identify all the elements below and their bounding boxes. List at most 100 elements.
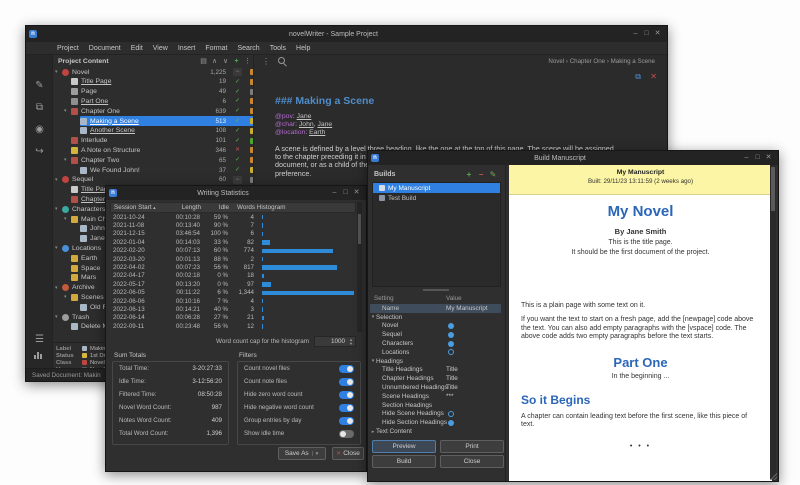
close-icon[interactable]: ✕ (351, 188, 362, 198)
menu-insert[interactable]: Insert (173, 45, 201, 52)
tree-row[interactable]: Part One6✓ (53, 96, 253, 106)
expand-arrow-icon[interactable]: ▾ (55, 314, 58, 320)
build-button[interactable]: Build (372, 455, 436, 468)
minimize-icon[interactable]: – (630, 29, 641, 39)
setting-row[interactable]: Title HeadingsTitle (370, 366, 501, 375)
setting-row[interactable]: Unnumbered HeadingsTitle (370, 383, 501, 392)
col-words-histogram[interactable]: Words Histogram (229, 204, 355, 211)
tree-row[interactable]: Title Page19✓ (53, 77, 253, 87)
preview-scrollbar[interactable] (770, 165, 776, 479)
setting-row[interactable]: Hide Section Headings (370, 418, 501, 427)
stats-scrollbar[interactable] (357, 202, 362, 332)
setting-row[interactable]: ▾Headings (370, 357, 501, 366)
tree-row[interactable]: We Found John!37✓ (53, 165, 253, 175)
tree-row[interactable]: A Note on Structure346✕ (53, 145, 253, 155)
toggle-switch[interactable] (339, 404, 354, 412)
stats-row[interactable]: 2022-06-1400:06:2827 %21 (110, 314, 356, 322)
expand-arrow-icon[interactable]: ▾ (64, 108, 67, 114)
stats-row[interactable]: 2022-01-0400:14:0333 %82 (110, 238, 356, 246)
tree-row[interactable]: ▾Novel1,225− (53, 67, 253, 77)
setting-row[interactable]: NameMy Manuscript (370, 304, 501, 313)
expand-arrow-icon[interactable]: ▾ (64, 157, 67, 163)
setting-row[interactable]: Hide Scene Headings (370, 410, 501, 419)
maximize-icon[interactable]: □ (641, 29, 652, 39)
menu-tools[interactable]: Tools (265, 45, 291, 52)
main-titlebar[interactable]: n novelWriter - Sample Project – □ ✕ (26, 26, 667, 42)
maximize-icon[interactable]: □ (752, 153, 763, 163)
resize-grip[interactable] (770, 473, 777, 480)
build-settings-tree[interactable]: NameMy Manuscript▾SelectionNovelSequelCh… (368, 304, 503, 436)
stats-row[interactable]: 2021-10-2400:10:2859 %4 (110, 213, 356, 221)
expand-arrow-icon[interactable]: ▾ (55, 69, 58, 75)
setting-row[interactable]: Locations (370, 348, 501, 357)
chevron-down-icon[interactable]: ▼ (312, 451, 319, 456)
edit-icon[interactable]: ✎ (32, 79, 47, 93)
stats-row[interactable]: 2022-03-2000:01:1388 %2 (110, 255, 356, 263)
tree-row[interactable]: ▾Sequel60− (53, 175, 253, 185)
close-icon[interactable]: ✕ (652, 29, 663, 39)
builds-list-scrollbar[interactable] (423, 289, 449, 291)
setting-row[interactable]: ▸Text Content (370, 427, 501, 436)
expand-arrow-icon[interactable]: ▾ (55, 206, 58, 212)
setting-row[interactable]: Section Headings (370, 401, 501, 410)
expand-arrow-icon[interactable]: ▾ (64, 216, 67, 222)
close-button[interactable]: Close (440, 455, 504, 468)
toggle-switch[interactable] (339, 430, 354, 438)
toggle-switch[interactable] (339, 391, 354, 399)
minimize-icon[interactable]: – (741, 153, 752, 163)
spinner-arrows-icon[interactable]: ▲▼ (347, 338, 355, 346)
setting-row[interactable]: Novel (370, 322, 501, 331)
col-session-start[interactable]: Session Start ▴ (111, 204, 159, 211)
stats-row[interactable]: 2022-09-1100:23:4856 %12 (110, 322, 356, 330)
add-item-icon[interactable]: + (231, 58, 242, 65)
tree-row[interactable]: Making a Scene513✓ (53, 116, 253, 126)
export-icon[interactable]: ↪ (32, 145, 47, 159)
menu-edit[interactable]: Edit (126, 45, 148, 52)
setting-row[interactable]: Chapter HeadingsTitle (370, 374, 501, 383)
tag-value[interactable]: Earth (309, 129, 325, 136)
setting-row[interactable]: Characters (370, 339, 501, 348)
tree-row[interactable]: ▾Chapter One639✓ (53, 106, 253, 116)
editor-menu-icon[interactable]: ⋮ (262, 57, 270, 66)
toggle-switch[interactable] (339, 378, 354, 386)
stats-row[interactable]: 2021-12-1503:46:54100 %6 (110, 230, 356, 238)
novel-view-icon[interactable]: ◉ (32, 123, 47, 137)
stats-row[interactable]: 2021-11-0800:13:4090 %7 (110, 221, 356, 229)
menu-help[interactable]: Help (291, 45, 315, 52)
tree-row[interactable]: ▾Chapter Two65✓ (53, 155, 253, 165)
stats-titlebar[interactable]: n Writing Statistics – □ ✕ (106, 186, 366, 200)
move-down-icon[interactable]: ∨ (220, 57, 231, 65)
expand-arrow-icon[interactable]: ▾ (55, 285, 58, 291)
stats-row[interactable]: 2022-06-0600:10:167 %4 (110, 297, 356, 305)
tree-row[interactable]: Interlude101✓ (53, 136, 253, 146)
tag-value[interactable]: John (299, 121, 314, 128)
menu-document[interactable]: Document (84, 45, 126, 52)
tag-value[interactable]: Jane (297, 113, 312, 120)
expand-arrow-icon[interactable]: ▾ (55, 245, 58, 251)
document-icon[interactable]: ▤ (198, 57, 209, 65)
editor-expand-icon[interactable]: ⧉ (635, 72, 641, 82)
build-list-item[interactable]: My Manuscript (373, 183, 500, 193)
stats-row[interactable]: 2022-06-0500:11:226 %1,344 (110, 289, 356, 297)
panel-menu-icon[interactable]: ⋮ (242, 57, 253, 65)
stats-table[interactable]: 2021-10-2400:10:2859 %42021-11-0800:13:4… (110, 213, 356, 332)
toggle-switch[interactable] (339, 417, 354, 425)
build-list-item[interactable]: Test Build (373, 193, 500, 203)
stats-icon[interactable] (32, 350, 47, 364)
menu-search[interactable]: Search (233, 45, 265, 52)
preview-button[interactable]: Preview (372, 440, 436, 453)
word-cap-spinner[interactable]: 1000 ▲▼ (314, 336, 356, 347)
add-build-icon[interactable]: + (463, 170, 475, 179)
toggle-switch[interactable] (339, 365, 354, 373)
setting-row[interactable]: Sequel (370, 330, 501, 339)
search-icon[interactable] (278, 57, 287, 66)
col-idle[interactable]: Idle (201, 204, 229, 211)
maximize-icon[interactable]: □ (340, 188, 351, 198)
close-icon[interactable]: ✕ (763, 153, 774, 163)
stats-row[interactable]: 2022-04-0200:07:2356 %817 (110, 263, 356, 271)
setting-row[interactable]: ▾Selection (370, 313, 501, 322)
menu-format[interactable]: Format (200, 45, 232, 52)
builds-list[interactable]: My ManuscriptTest Build (372, 182, 501, 287)
col-length[interactable]: Length (159, 204, 201, 211)
menu-project[interactable]: Project (52, 45, 84, 52)
